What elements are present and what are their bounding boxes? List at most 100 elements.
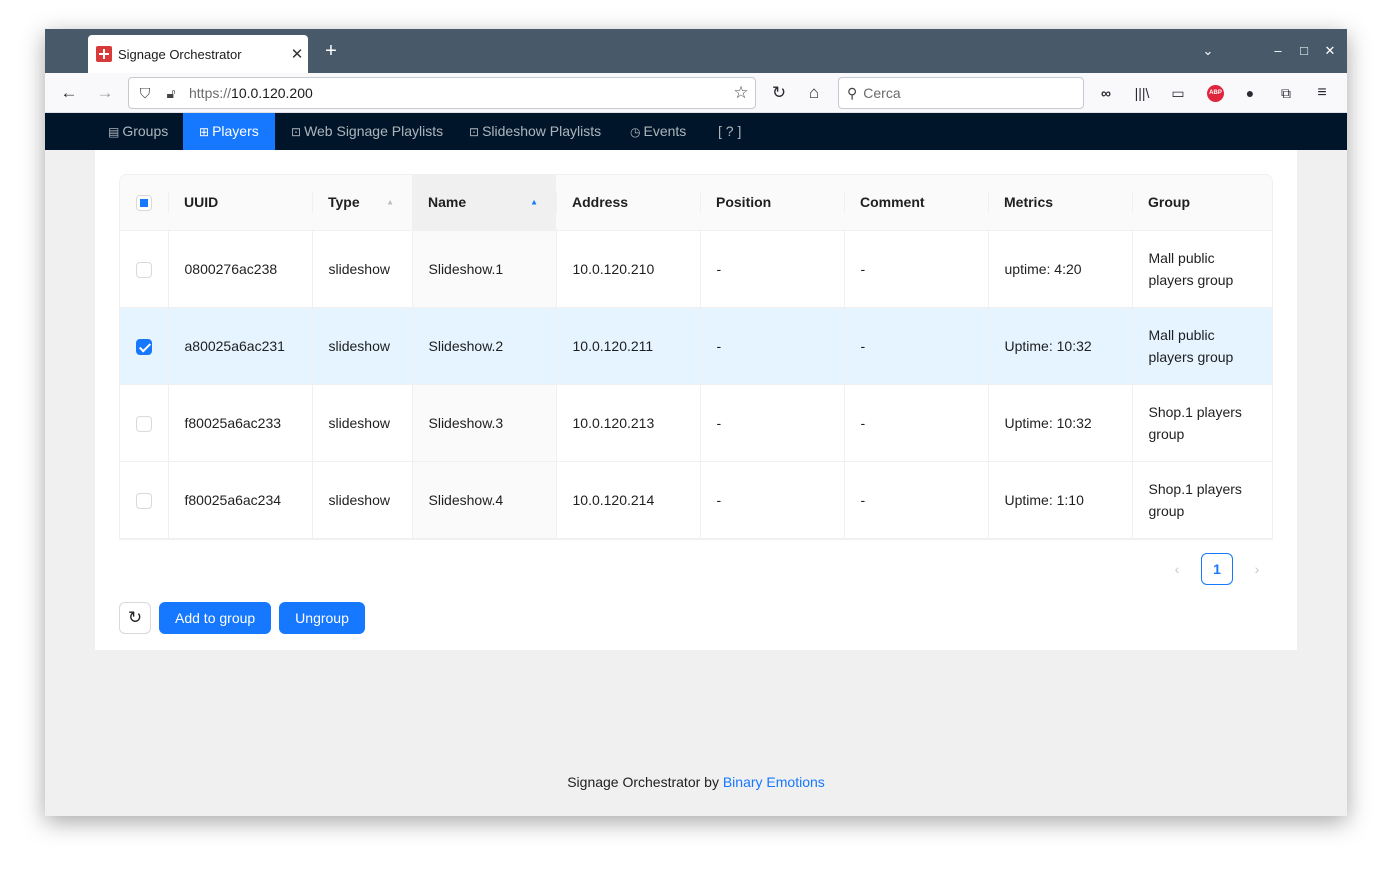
cell-type: slideshow [311, 461, 412, 539]
window-close-icon[interactable]: ✕ [1319, 39, 1341, 63]
new-tab-button[interactable]: + [319, 39, 343, 63]
maximize-icon[interactable]: □ [1293, 39, 1315, 63]
column-header-name[interactable]: Name ▲ [412, 175, 556, 231]
players-table: UUID Type ▲ Name ▲ Address Position Commen… [119, 174, 1273, 540]
library-icon[interactable]: |||\ [1129, 81, 1155, 105]
search-input[interactable]: ⚲ Cerca [838, 77, 1084, 109]
cell-uuid: f80025a6ac234 [167, 461, 312, 539]
groups-icon: ▤ [108, 125, 120, 139]
back-icon[interactable]: ← [55, 81, 83, 105]
cell-name: Slideshow.3 [411, 384, 556, 462]
table-row[interactable]: f80025a6ac234 slideshow Slideshow.4 10.0… [120, 461, 1272, 539]
nav-item-players[interactable]: ⊞ Players [183, 113, 275, 150]
cell-metrics: Uptime: 10:32 [987, 384, 1132, 462]
slideshow-playlists-icon: ⊡ [469, 125, 480, 139]
reload-icon[interactable]: ↻ [765, 81, 793, 105]
browser-window: Signage Orchestrator ✕ + ⌄ – □ ✕ ← → ⛉ 🔓… [45, 29, 1347, 816]
table-row[interactable]: 0800276ac238 slideshow Slideshow.1 10.0.… [120, 230, 1272, 308]
players-icon: ⊞ [199, 125, 210, 139]
row-select-cell [120, 307, 168, 385]
home-icon[interactable]: ⌂ [800, 81, 828, 105]
cell-comment: - [843, 461, 988, 539]
nav-label: Slideshow Playlists [482, 123, 602, 139]
lock-icon[interactable]: 🔓︎ [161, 85, 181, 102]
cell-address: 10.0.120.213 [555, 384, 700, 462]
events-icon: ◷ [630, 125, 641, 139]
browser-tab[interactable]: Signage Orchestrator ✕ [88, 35, 308, 73]
cell-name: Slideshow.4 [411, 461, 556, 539]
row-select-cell [120, 461, 168, 539]
cell-name: Slideshow.1 [411, 230, 556, 308]
column-header-metrics: Metrics [988, 175, 1132, 231]
shield-icon[interactable]: ⛉ [135, 85, 155, 102]
prev-page-icon[interactable]: ‹ [1161, 553, 1193, 585]
nav-item-slideshow-playlists[interactable]: ⊡ Slideshow Playlists [453, 113, 617, 150]
extensions-puzzle-icon[interactable]: ⧉ [1273, 81, 1299, 105]
column-header-group: Group [1132, 175, 1272, 231]
menu-icon[interactable]: ≡ [1309, 81, 1335, 105]
select-all-checkbox[interactable] [136, 194, 152, 211]
row-select-cell [120, 230, 168, 308]
adblock-icon[interactable]: ABP [1207, 85, 1224, 102]
table-row[interactable]: a80025a6ac231 slideshow Slideshow.2 10.0… [120, 307, 1272, 385]
cell-address: 10.0.120.210 [555, 230, 700, 308]
cell-comment: - [843, 230, 988, 308]
cell-group: Mall public players group [1131, 307, 1272, 385]
row-checkbox[interactable] [136, 338, 152, 355]
tab-close-icon[interactable]: ✕ [286, 45, 308, 63]
row-checkbox[interactable] [136, 492, 152, 509]
add-to-group-button[interactable]: Add to group [159, 602, 272, 634]
page-1-button[interactable]: 1 [1201, 553, 1233, 585]
nav-item-help[interactable]: [ ? ] [702, 113, 757, 150]
forward-icon[interactable]: → [91, 81, 119, 105]
search-placeholder: Cerca [863, 85, 901, 101]
app-navigation: ▤ Groups ⊞ Players ⊡ Web Signage Playlists … [45, 113, 1347, 150]
cell-name: Slideshow.2 [411, 307, 556, 385]
table-actions: ↻ Add to group Ungroup [119, 602, 365, 634]
cell-uuid: a80025a6ac231 [167, 307, 312, 385]
refresh-button[interactable]: ↻ [119, 602, 151, 634]
cell-position: - [699, 307, 844, 385]
cell-group: Shop.1 players group [1131, 384, 1272, 462]
url-prefix: https:// [189, 85, 232, 101]
nav-label: Players [212, 123, 259, 139]
row-checkbox[interactable] [136, 415, 152, 432]
nav-label: Web Signage Playlists [304, 123, 444, 139]
sort-ascending-icon[interactable]: ▲ [530, 198, 538, 207]
sort-ascending-icon[interactable]: ▲ [386, 198, 394, 207]
column-header-address: Address [556, 175, 700, 231]
private-mask-icon[interactable]: ∞ [1093, 81, 1119, 105]
bookmark-star-icon[interactable]: ☆ [727, 83, 755, 103]
cell-type: slideshow [311, 307, 412, 385]
column-header-label: Name [428, 194, 467, 211]
browser-titlebar: Signage Orchestrator ✕ + ⌄ – □ ✕ [45, 29, 1347, 73]
web-playlists-icon: ⊡ [291, 125, 302, 139]
ungroup-button[interactable]: Ungroup [279, 602, 365, 634]
browser-toolbar: ← → ⛉ 🔓︎ https://10.0.120.200 ☆ ↻ ⌂ ⚲ Ce… [45, 73, 1347, 113]
table-header-row: UUID Type ▲ Name ▲ Address Position Commen… [120, 175, 1272, 231]
tab-list-icon[interactable]: ⌄ [1197, 39, 1219, 63]
nav-item-events[interactable]: ◷ Events [614, 113, 702, 150]
nav-label: Events [643, 123, 687, 139]
nav-item-groups[interactable]: ▤ Groups [92, 113, 184, 150]
nav-label: Groups [122, 123, 169, 139]
column-header-label: Type [328, 194, 360, 211]
column-header-type[interactable]: Type ▲ [312, 175, 412, 231]
table-row[interactable]: f80025a6ac233 slideshow Slideshow.3 10.0… [120, 384, 1272, 462]
url-bar[interactable]: ⛉ 🔓︎ https://10.0.120.200 ☆ [128, 77, 756, 109]
extension-dots-icon[interactable]: ● [1237, 81, 1263, 105]
cell-uuid: f80025a6ac233 [167, 384, 312, 462]
cell-metrics: Uptime: 10:32 [987, 307, 1132, 385]
minimize-icon[interactable]: – [1267, 39, 1289, 63]
cell-type: slideshow [311, 384, 412, 462]
url-text[interactable]: https://10.0.120.200 [189, 85, 727, 101]
nav-item-web-signage-playlists[interactable]: ⊡ Web Signage Playlists [275, 113, 459, 150]
refresh-icon: ↻ [127, 608, 143, 627]
binary-emotions-link[interactable]: Binary Emotions [723, 774, 825, 790]
sidebar-icon[interactable]: ▭ [1165, 81, 1191, 105]
cell-metrics: Uptime: 1:10 [987, 461, 1132, 539]
row-checkbox[interactable] [136, 261, 152, 278]
cell-uuid: 0800276ac238 [167, 230, 312, 308]
next-page-icon[interactable]: › [1241, 553, 1273, 585]
footer-text: Signage Orchestrator by [567, 774, 723, 790]
